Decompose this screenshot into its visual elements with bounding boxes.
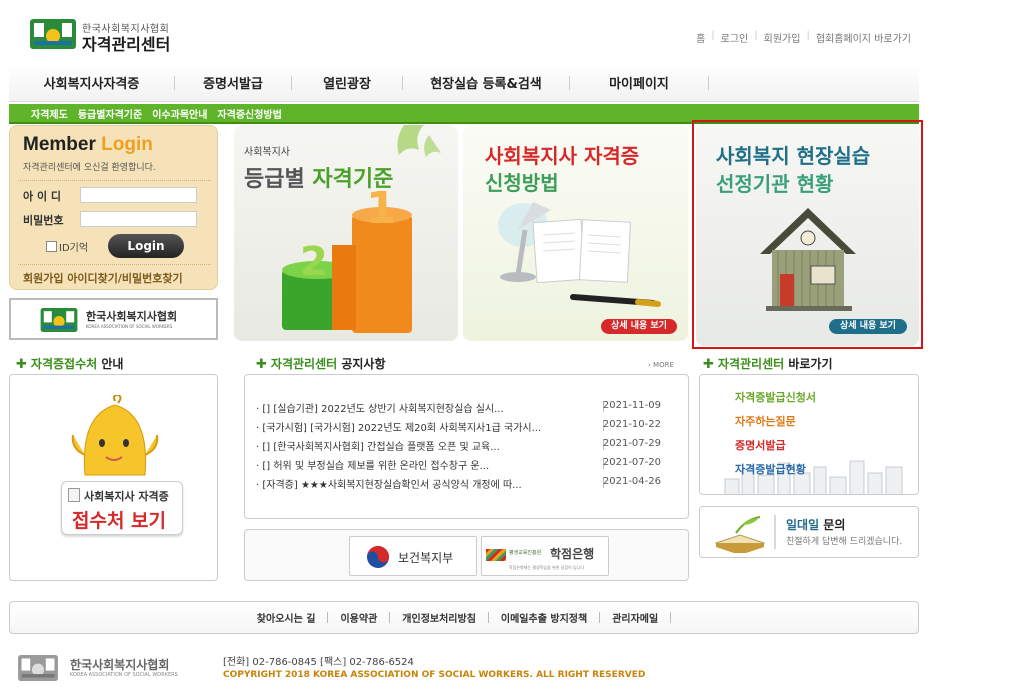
password-input[interactable]	[80, 211, 197, 227]
footer-org-name-en: KOREA ASSOCIATION OF SOCIAL WORKERS	[70, 672, 178, 678]
pw-label: 비밀번호	[23, 214, 64, 227]
document-icon	[68, 488, 80, 502]
podium-icon	[282, 125, 441, 333]
id-input[interactable]	[80, 187, 197, 203]
home-link[interactable]: 홈	[696, 30, 705, 45]
footer-privacy[interactable]: 개인정보처리방침	[402, 610, 476, 625]
kasw-name: 한국사회복지사협회	[86, 310, 178, 323]
rank-two: 2	[300, 239, 328, 285]
quick-link-issue-status[interactable]: 자격증발급현황	[735, 461, 806, 477]
notice-title: ✚ 자격관리센터 공지사항	[256, 357, 386, 372]
kasw-banner[interactable]: 한국사회복지사협회 KOREA ASSOCIATION OF SOCIAL WO…	[9, 298, 218, 340]
quick-link-faq[interactable]: 자주하는질문	[735, 413, 796, 429]
subnav-grade-criteria[interactable]: 등급별자격기준	[78, 106, 142, 121]
taegeuk-icon	[367, 546, 389, 568]
mascot-icon	[71, 395, 159, 476]
subnav-apply-method[interactable]: 자격증신청방법	[217, 106, 281, 121]
partner-links: 보건복지부 평생교육진흥원 학점은행 학점은행제는 평생학습을 위한 길잡이 입…	[244, 529, 689, 581]
reception-card-cta: 접수처 보기	[72, 510, 167, 532]
join-link[interactable]: 회원가입	[764, 30, 801, 45]
login-link[interactable]: 로그인	[721, 30, 749, 45]
nav-certificate[interactable]: 사회복지사자격증	[9, 73, 174, 92]
mohw-link[interactable]: 보건복지부	[349, 536, 477, 576]
footer-logo: 한국사회복지사협회 KOREA ASSOCIATION OF SOCIAL WO…	[18, 651, 208, 687]
footer-nav: 찾아오시는 길 이용약관 개인정보처리방침 이메일추출 방지정책 관리자메일	[9, 601, 919, 634]
notice-row[interactable]: · [] [실습기관] 2022년도 상반기 사회복지현장실습 실시... 202…	[256, 400, 676, 415]
top-utility-links: 홈 | 로그인 | 회원가입 | 협회홈페이지 바로가기	[696, 30, 911, 45]
banner-grade-criteria[interactable]: 사회복지사 등급별 자격기준 1 2	[234, 125, 458, 341]
rank-one: 1	[366, 183, 397, 234]
site-logo[interactable]: 한국사회복지사협회 자격관리센터	[30, 17, 200, 54]
account-links[interactable]: 회원가입 아이디찾기/비밀번호찾기	[23, 270, 183, 286]
banner2-more-button[interactable]: 상세 내용 보기	[601, 319, 677, 334]
login-title: Member Login	[23, 134, 153, 155]
footer-email-policy[interactable]: 이메일추출 방지정책	[501, 610, 587, 625]
one-on-one-inquiry[interactable]: 일대일 문의 친절하게 답변해 드리겠습니다.	[699, 506, 919, 558]
footer-terms[interactable]: 이용약관	[340, 610, 377, 625]
notice-list: · [] [실습기관] 2022년도 상반기 사회복지현장실습 실시... 202…	[244, 374, 689, 519]
nav-practice-search[interactable]: 현장실습 등록&검색	[403, 73, 569, 92]
footer-admin-mail[interactable]: 관리자메일	[612, 610, 658, 625]
logo-center-name: 자격관리센터	[82, 35, 171, 54]
notice-row[interactable]: · [자격증] ★★★사회복지현장실습확인서 공식양식 개정에 따... 2021…	[256, 476, 676, 491]
nav-open-square[interactable]: 열린광장	[292, 73, 402, 92]
footer-copyright: COPYRIGHT 2018 KOREA ASSOCIATION OF SOCI…	[223, 670, 646, 680]
credit-bank-name: 학점은행	[550, 547, 595, 561]
mohw-name: 보건복지부	[398, 551, 454, 565]
subnav-courses[interactable]: 이수과목안내	[152, 106, 207, 121]
notice-more-link[interactable]: › MORE	[648, 361, 674, 369]
login-button[interactable]: Login	[108, 234, 184, 258]
credit-bank-link[interactable]: 평생교육진흥원 학점은행 학점은행제는 평생학습을 위한 길잡이 입니다	[481, 536, 609, 576]
credit-bank-logo-icon	[486, 549, 506, 561]
kasw-name-en: KOREA ASSOCIATION OF SOCIAL WORKERS	[86, 324, 173, 329]
notice-row[interactable]: · [] [한국사회복지사협회] 간접실습 플랫폼 오픈 및 교육... 2021…	[256, 438, 676, 453]
association-site-link[interactable]: 협회홈페이지 바로가기	[816, 30, 911, 45]
login-box: Member Login 자격관리센터에 오신걸 환영합니다. 아 이 디 비밀…	[9, 125, 218, 290]
desk-lamp-icon	[498, 202, 661, 307]
credit-bank-org: 평생교육진흥원	[509, 550, 542, 556]
inquiry-title: 일대일 문의	[786, 518, 846, 532]
book-icon	[714, 516, 766, 553]
nav-mypage[interactable]: 마이페이지	[570, 73, 708, 92]
reception-card[interactable]: 사회복지사 자격증 접수처 보기	[61, 481, 183, 535]
quick-title: ✚ 자격관리센터 바로가기	[703, 357, 833, 372]
footer-logo-icon	[18, 655, 58, 681]
reception-title: ✚ 자격증접수처 안내	[16, 357, 124, 372]
quick-link-application-form[interactable]: 자격증발급신청서	[735, 389, 816, 405]
kasw-logo-icon	[40, 308, 78, 332]
banner-apply-method[interactable]: 사회복지사 자격증 신청방법 상세 내용 보기	[463, 125, 688, 341]
notice-row[interactable]: · [국가시험] [국가시험] 2022년도 제20회 사회복지사1급 국가시.…	[256, 419, 676, 434]
remember-id-checkbox[interactable]: ID기억	[46, 239, 88, 254]
quick-links-box: 자격증발급신청서 자주하는질문 증명서발급 자격증발급현황	[699, 374, 919, 495]
credit-bank-sub: 학점은행제는 평생학습을 위한 길잡이 입니다	[509, 565, 585, 570]
id-label: 아 이 디	[23, 190, 62, 203]
notice-row[interactable]: · [] 허위 및 부정실습 제보를 위한 온라인 접수창구 운... 2021-…	[256, 457, 676, 472]
footer-directions[interactable]: 찾아오시는 길	[257, 610, 316, 625]
reception-card-label: 사회복지사 자격증	[84, 490, 169, 503]
footer-contact: [전화] 02-786-0845 [팩스] 02-786-6524	[223, 657, 414, 668]
main-nav: 사회복지사자격증 증명서발급 열린광장 현장실습 등록&검색 마이페이지	[9, 64, 919, 102]
footer-org-name: 한국사회복지사협회	[70, 658, 170, 672]
inquiry-subtitle: 친절하게 답변해 드리겠습니다.	[786, 537, 903, 547]
reception-box[interactable]: 사회복지사 자격증 접수처 보기	[9, 374, 218, 581]
quick-link-certificate[interactable]: 증명서발급	[735, 437, 786, 453]
logo-mark-icon	[30, 19, 76, 49]
highlight-frame	[692, 120, 923, 349]
nav-cert-issue[interactable]: 증명서발급	[175, 73, 291, 92]
subnav-system[interactable]: 자격제도	[31, 106, 68, 121]
login-welcome: 자격관리센터에 오신걸 환영합니다.	[23, 163, 156, 173]
